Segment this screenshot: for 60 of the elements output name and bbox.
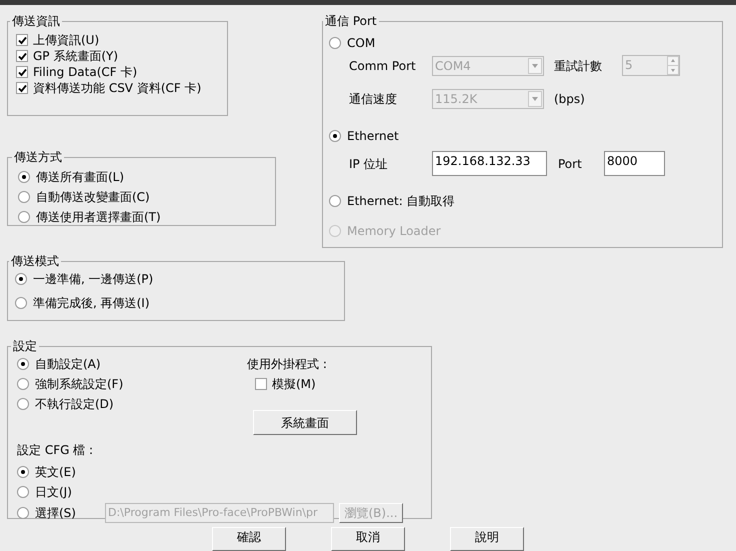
dialog-button[interactable]: 確認 — [212, 527, 286, 551]
checkbox[interactable] — [16, 82, 28, 94]
field-label: Port — [558, 156, 583, 172]
radio-button[interactable] — [17, 398, 29, 410]
unit-label: (bps) — [554, 91, 585, 108]
radio-label: 自動傳送改變畫面(C) — [36, 189, 150, 206]
checkbox-label: 模擬(M) — [272, 376, 316, 393]
field-label: IP 位址 — [349, 156, 389, 172]
group-title: 傳送資訊 — [11, 13, 61, 30]
radio-label: 選擇(S) — [35, 505, 76, 522]
radio-label: 準備完成後, 再傳送(I) — [33, 295, 150, 312]
group-title: 設定 — [12, 338, 38, 355]
radio-button[interactable] — [17, 486, 29, 498]
radio-button[interactable] — [15, 297, 27, 309]
radio-button[interactable] — [18, 211, 30, 223]
checkbox-label: GP 系統畫面(Y) — [33, 48, 118, 65]
radio-label: 日文(J) — [35, 484, 72, 501]
checkbox-label: 資料傳送功能 CSV 資料(CF 卡) — [33, 80, 202, 97]
cfg-label: 設定 CFG 檔 : — [17, 442, 94, 459]
field-label: Comm Port — [349, 58, 417, 74]
radio-button[interactable] — [329, 195, 341, 207]
field-label: 通信速度 — [349, 91, 398, 108]
port-field[interactable]: 8000 — [604, 151, 665, 176]
radio-label: 英文(E) — [35, 464, 76, 481]
radio-label: Ethernet: 自動取得 — [347, 193, 455, 210]
field-label: 重試計數 — [554, 58, 603, 74]
radio-button[interactable] — [17, 378, 29, 390]
radio-button[interactable] — [329, 130, 341, 142]
plugin-label: 使用外掛程式 : — [247, 356, 328, 373]
radio-button[interactable] — [17, 358, 29, 370]
group-title: 傳送模式 — [10, 253, 60, 270]
checkbox[interactable] — [16, 66, 28, 78]
radio-label: 自動設定(A) — [35, 356, 101, 373]
spin-arrows-icon — [667, 56, 679, 75]
radio-button[interactable] — [18, 191, 30, 203]
group-title: 通信 Port — [324, 13, 378, 30]
radio-label: 不執行設定(D) — [35, 396, 114, 413]
checkbox[interactable] — [16, 50, 28, 62]
checkbox-label: 上傳資訊(U) — [33, 32, 100, 49]
dialog-button[interactable]: 說明 — [450, 527, 524, 551]
dialog-button[interactable]: 系統畫面 — [253, 410, 357, 435]
ip-address-field[interactable]: 192.168.132.33 — [432, 151, 547, 176]
radio-label: Memory Loader — [347, 223, 441, 240]
checkbox[interactable] — [255, 378, 267, 390]
group-title: 傳送方式 — [13, 149, 63, 166]
radio-button[interactable] — [17, 507, 29, 519]
dialog-button[interactable]: 取消 — [331, 527, 405, 551]
checkbox-label: Filing Data(CF 卡) — [33, 64, 138, 81]
radio-button[interactable] — [17, 466, 29, 478]
checkbox[interactable] — [16, 34, 28, 46]
radio-label: COM — [347, 35, 376, 52]
radio-label: 一邊準備, 一邊傳送(P) — [33, 271, 154, 288]
radio-button[interactable] — [18, 171, 30, 183]
radio-button[interactable] — [15, 273, 27, 285]
radio-label: 傳送所有畫面(L) — [36, 169, 124, 186]
caret-icon — [528, 58, 542, 74]
radio-label: Ethernet — [347, 128, 399, 145]
caret-icon — [528, 91, 542, 107]
radio-label: 傳送使用者選擇畫面(T) — [36, 209, 161, 226]
radio-label: 強制系統設定(F) — [35, 376, 124, 393]
